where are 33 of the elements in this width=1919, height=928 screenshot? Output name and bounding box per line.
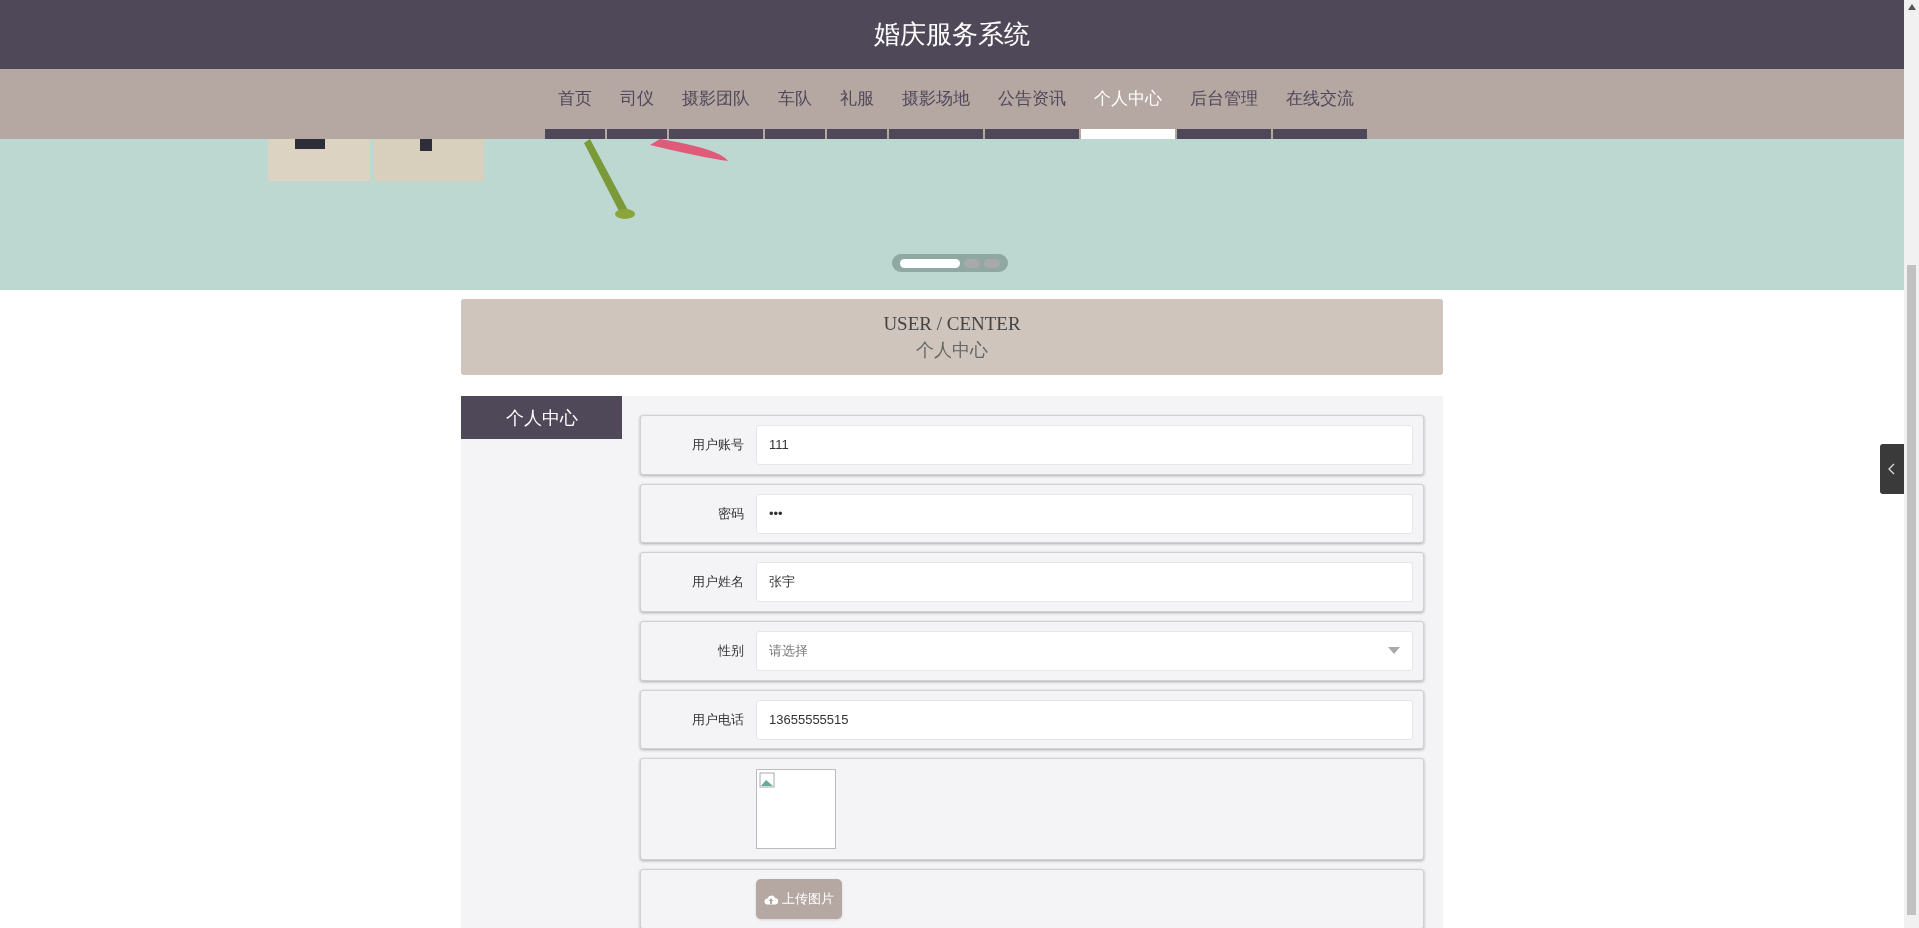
side-panel-toggle[interactable] [1880,444,1904,494]
form-field-input[interactable]: 111 [756,424,1413,465]
section-title: 个人中心 [916,338,988,362]
select-placeholder: 请选择 [769,642,808,661]
field-label: 用户电话 [692,710,744,729]
form-field-input[interactable]: 张宇 [756,562,1413,603]
broken-image-icon [759,772,775,789]
form-field-input[interactable]: 13655555515 [756,699,1413,740]
scroll-up-arrow-icon [1907,4,1916,10]
field-label: 用户姓名 [692,573,744,592]
caret-icon [1388,647,1400,655]
field-label: 用户账号 [692,436,744,455]
chevron-left-icon [1888,463,1896,475]
nav-link[interactable]: 个人中心 [1080,69,1176,129]
cloud-upload-icon [764,893,778,905]
sidebar-title[interactable]: 个人中心 [461,396,622,439]
gender-select[interactable]: 请选择 [756,630,1413,671]
nav-link[interactable]: 首页 [544,69,606,129]
scrollbar-thumb[interactable] [1907,265,1916,915]
nav-link[interactable]: 在线交流 [1272,69,1368,129]
form-field-input[interactable]: ••• [756,493,1413,534]
nav-link[interactable]: 车队 [764,69,826,129]
upload-button[interactable]: 上传图片 [756,879,842,920]
site-title: 婚庆服务系统 [874,18,1030,51]
section-title-english: USER / CENTER [883,312,1021,336]
nav-link[interactable]: 摄影团队 [668,69,764,129]
field-label: 密码 [718,504,744,523]
field-label: 性别 [718,642,744,661]
nav-link[interactable]: 摄影场地 [888,69,984,129]
nav-link[interactable]: 后台管理 [1176,69,1272,129]
nav-link[interactable]: 司仪 [606,69,668,129]
nav-link[interactable]: 礼服 [826,69,888,129]
nav-link[interactable]: 公告资讯 [984,69,1080,129]
